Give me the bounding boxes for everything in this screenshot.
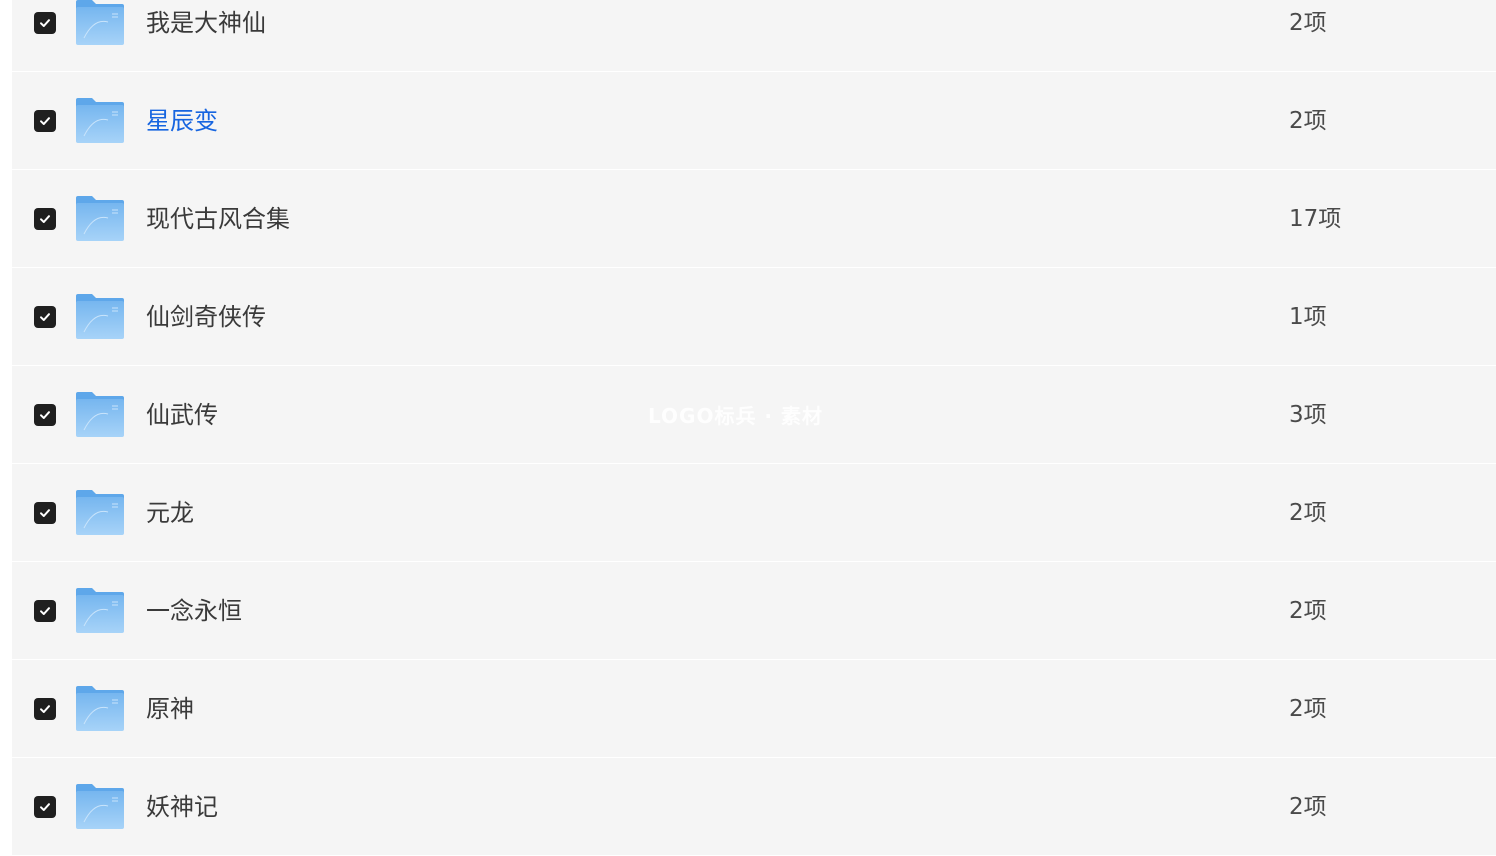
item-count: 2项 <box>1289 500 1327 526</box>
folder-icon <box>74 292 126 340</box>
item-count: 17项 <box>1289 206 1342 232</box>
folder-icon <box>74 684 126 732</box>
folder-name[interactable]: 我是大神仙 <box>146 0 266 72</box>
item-count: 2项 <box>1289 108 1327 134</box>
checkbox-checked-icon[interactable] <box>34 600 56 622</box>
item-count: 2项 <box>1289 598 1327 624</box>
list-item[interactable]: 妖神记 2项 <box>12 757 1496 855</box>
folder-icon <box>74 194 126 242</box>
item-count: 2项 <box>1289 696 1327 722</box>
checkbox-checked-icon[interactable] <box>34 110 56 132</box>
folder-icon <box>74 488 126 536</box>
list-item[interactable]: 星辰变 2项 <box>12 71 1496 169</box>
checkbox-checked-icon[interactable] <box>34 796 56 818</box>
list-item[interactable]: 仙剑奇侠传 1项 <box>12 267 1496 365</box>
folder-name[interactable]: 仙剑奇侠传 <box>146 268 266 366</box>
list-item[interactable]: 我是大神仙 2项 <box>12 0 1496 71</box>
folder-name[interactable]: 妖神记 <box>146 758 218 856</box>
list-item[interactable]: 仙武传 3项 <box>12 365 1496 463</box>
item-count: 1项 <box>1289 304 1327 330</box>
folder-icon <box>74 782 126 830</box>
list-item[interactable]: 原神 2项 <box>12 659 1496 757</box>
item-count: 3项 <box>1289 402 1327 428</box>
checkbox-checked-icon[interactable] <box>34 502 56 524</box>
checkbox-checked-icon[interactable] <box>34 306 56 328</box>
folder-name[interactable]: 仙武传 <box>146 366 218 464</box>
folder-name[interactable]: 元龙 <box>146 464 194 562</box>
folder-icon <box>74 390 126 438</box>
checkbox-checked-icon[interactable] <box>34 12 56 34</box>
list-item[interactable]: 元龙 2项 <box>12 463 1496 561</box>
folder-list: 我是大神仙 2项 星辰变 2项 现代古风合集 17项 仙剑奇侠传 1项 仙武传 … <box>12 0 1496 855</box>
item-count: 2项 <box>1289 10 1327 36</box>
folder-name[interactable]: 原神 <box>146 660 194 758</box>
folder-name[interactable]: 星辰变 <box>146 72 218 170</box>
folder-icon <box>74 96 126 144</box>
folder-name[interactable]: 现代古风合集 <box>146 170 290 268</box>
checkbox-checked-icon[interactable] <box>34 698 56 720</box>
folder-icon <box>74 586 126 634</box>
folder-name[interactable]: 一念永恒 <box>146 562 242 660</box>
list-item[interactable]: 现代古风合集 17项 <box>12 169 1496 267</box>
checkbox-checked-icon[interactable] <box>34 208 56 230</box>
list-item[interactable]: 一念永恒 2项 <box>12 561 1496 659</box>
checkbox-checked-icon[interactable] <box>34 404 56 426</box>
folder-icon <box>74 0 126 46</box>
item-count: 2项 <box>1289 794 1327 820</box>
